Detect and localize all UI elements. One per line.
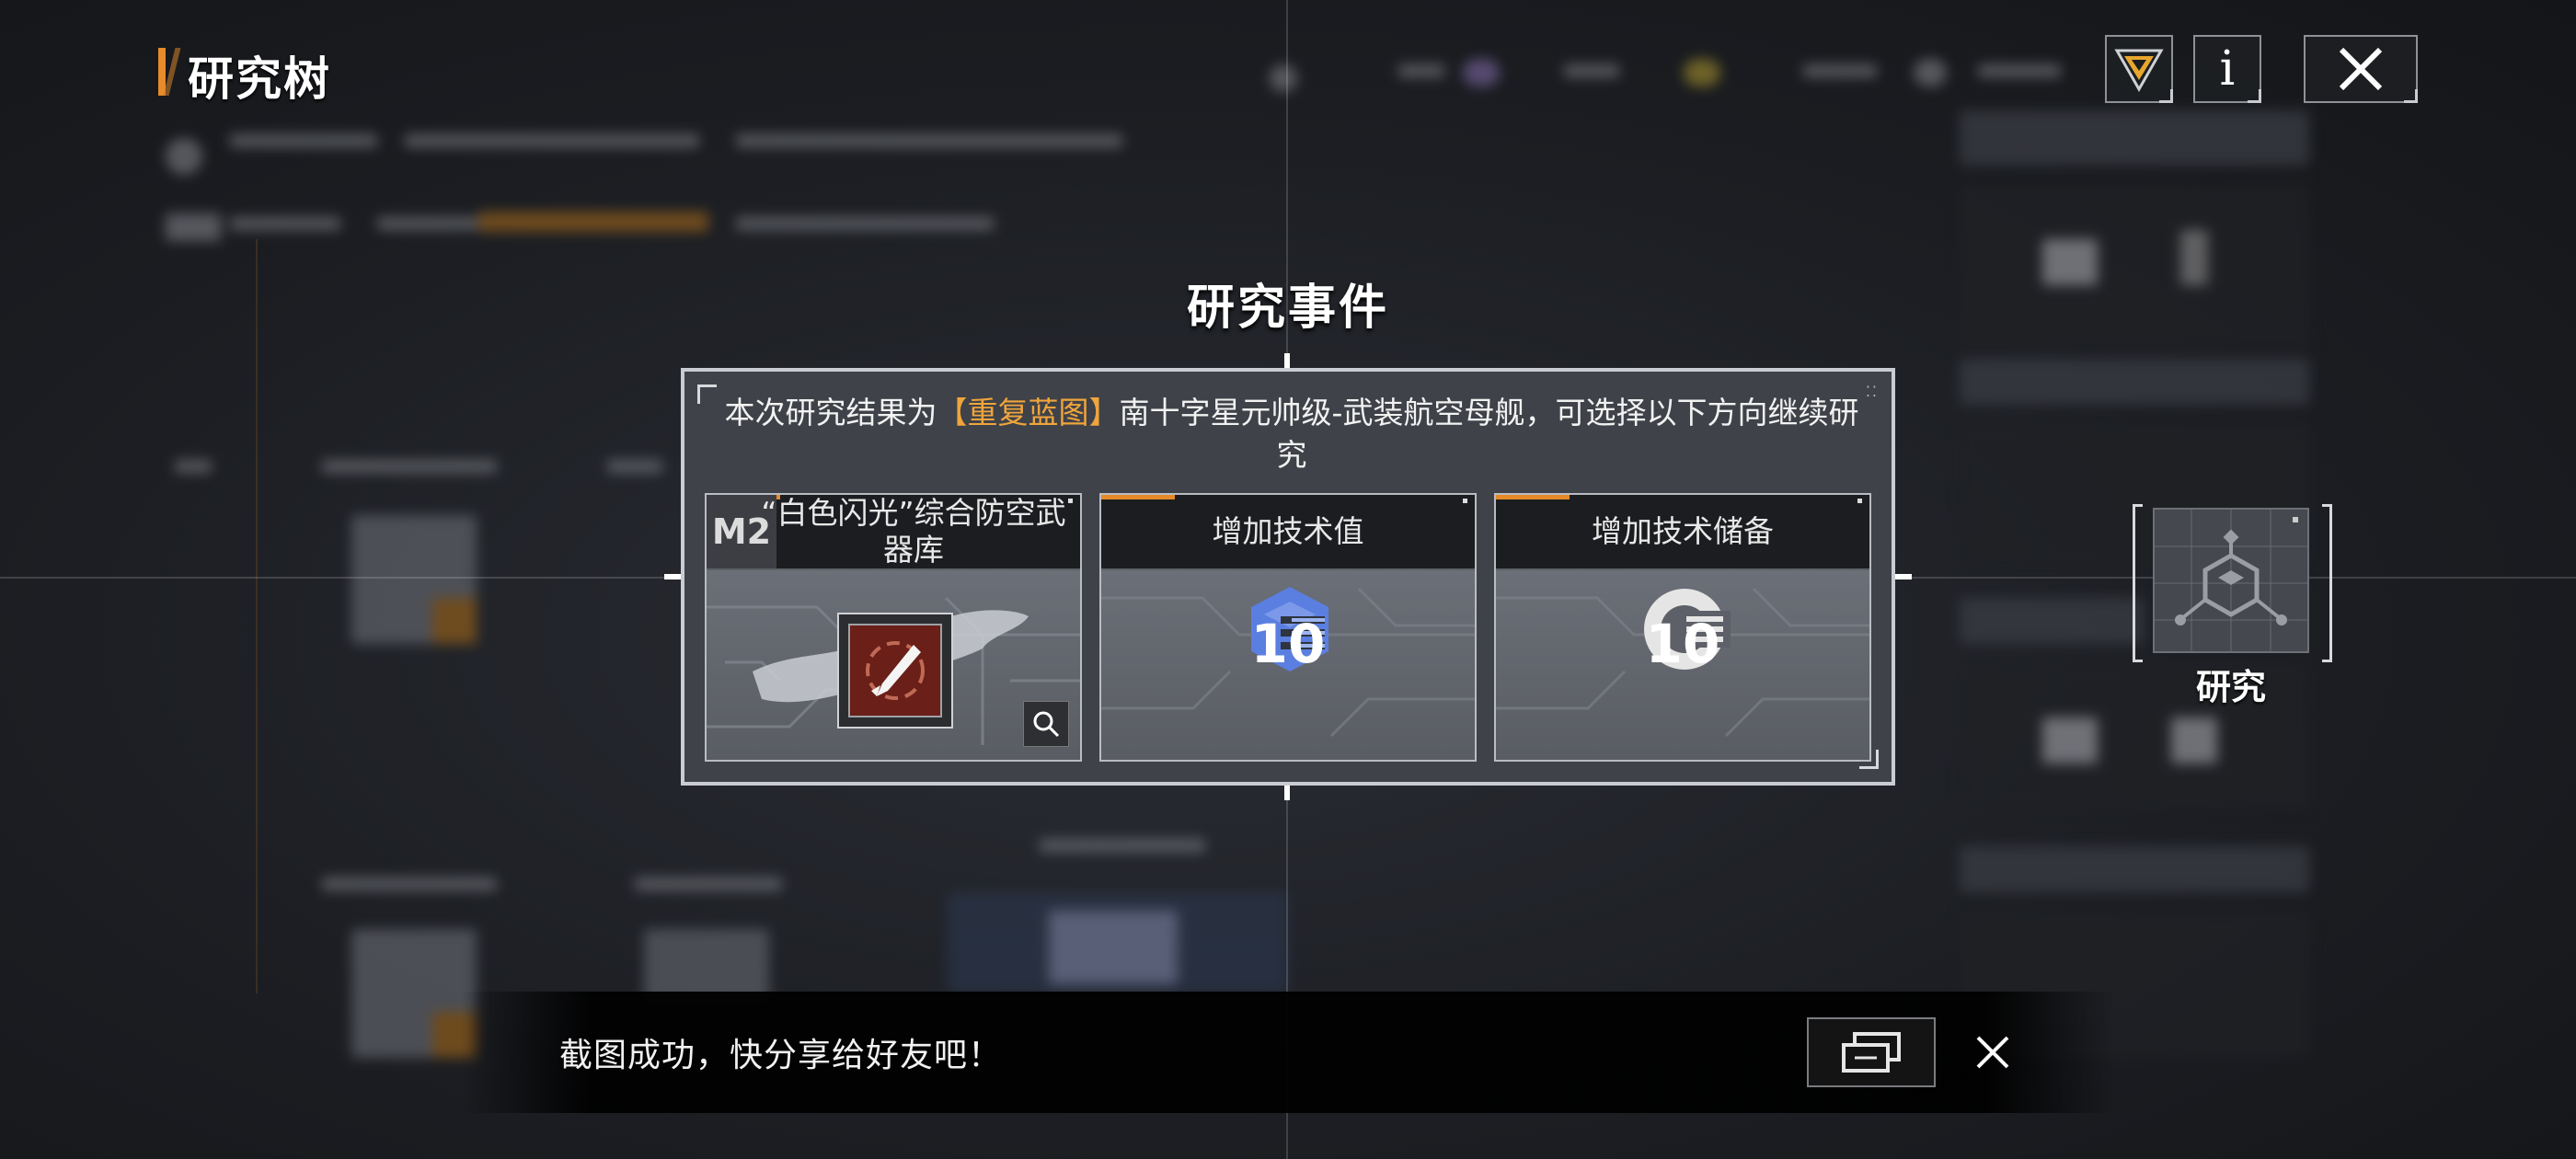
dialog-tick-bottom [1284,786,1290,800]
option-card-tech-reserve[interactable]: 增加技术储备 10 [1494,493,1871,762]
close-icon [1976,1036,2009,1069]
option-label: 增加技术储备 [1592,513,1774,549]
message-highlight: 【重复蓝图】 [937,395,1120,430]
rank-badge-icon [2114,49,2164,93]
magnifier-icon [1033,711,1060,738]
inspect-button[interactable] [1023,701,1069,747]
option-card-tech-value[interactable]: 增加技术值 10 [1099,493,1477,762]
option-label: “白色闪光”综合防空武器库 [761,495,1066,568]
research-node-label: 研究 [2195,667,2266,707]
toast-close-button[interactable] [1965,1025,2020,1080]
screenshot-toast: 截图成功，快分享给好友吧！ [460,992,2116,1113]
dialog-message: 本次研究结果为【重复蓝图】南十字星元帅级-武装航空母舰，可选择以下方向继续研究 [712,392,1871,476]
option-card-blueprint[interactable]: M2 “白色闪光”综合防空武器库 [705,493,1082,762]
info-button[interactable]: i [2193,35,2261,103]
close-icon [2339,47,2383,91]
message-prefix: 本次研究结果为 [724,395,937,430]
share-button[interactable] [1807,1017,1936,1087]
dialog-tick-top [1284,353,1290,368]
weapon-frame [837,613,953,729]
option-value: 10 [1645,613,1720,675]
share-icon [1842,1032,1901,1073]
node-bracket-left [2133,504,2143,662]
research-hex-icon [2155,510,2307,651]
research-node-button[interactable] [2153,508,2309,653]
option-value: 10 [1250,613,1326,675]
message-suffix: 南十字星元帅级-武装航空母舰，可选择以下方向继续研究 [1119,395,1859,473]
tree-connector-line [256,239,258,993]
dialog-tick-right [1895,574,1912,580]
research-event-dialog: ⁚⁚ 本次研究结果为【重复蓝图】南十字星元帅级-武装航空母舰，可选择以下方向继续… [681,368,1895,786]
page-title: 研究树 [188,52,331,106]
node-bracket-right [2322,504,2332,662]
missile-icon [848,624,942,717]
dialog-title: 研究事件 [1186,281,1389,336]
toast-message: 截图成功，快分享给好友吧！ [559,1037,1003,1074]
rank-button[interactable] [2105,35,2173,103]
close-button[interactable] [2304,35,2418,103]
dialog-tick-left [664,574,681,580]
option-label: 增加技术值 [1212,513,1364,549]
info-icon: i [2219,41,2236,97]
